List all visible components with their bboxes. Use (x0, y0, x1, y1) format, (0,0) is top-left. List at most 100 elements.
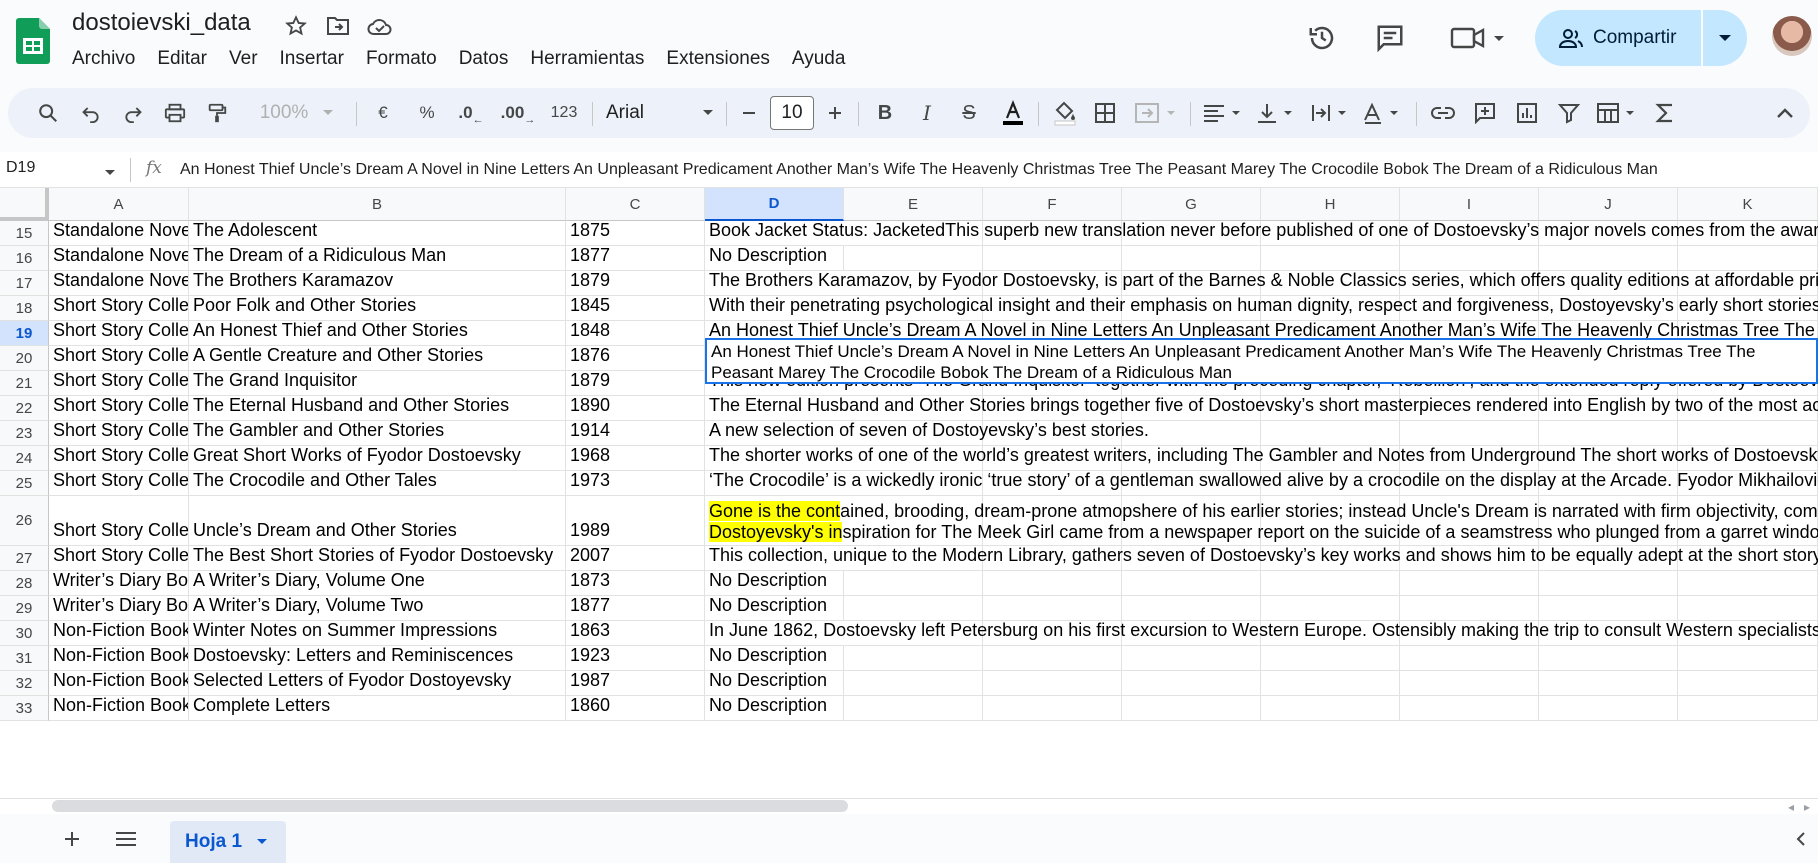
cell-a[interactable]: Short Story Collections (49, 296, 189, 321)
cell-a[interactable]: Standalone Novels (49, 271, 189, 296)
empty-cell[interactable] (844, 646, 983, 671)
row-header[interactable]: 32 (0, 671, 49, 696)
empty-cell[interactable] (1539, 596, 1678, 621)
empty-cell[interactable] (844, 671, 983, 696)
zoom-select[interactable]: 100% (252, 88, 342, 138)
empty-cell[interactable] (983, 646, 1122, 671)
cell-b[interactable]: The Grand Inquisitor (189, 371, 566, 396)
row-header[interactable]: 33 (0, 696, 49, 721)
column-header-d[interactable]: D (705, 188, 844, 221)
chevron-down-icon[interactable] (104, 164, 116, 182)
search-icon[interactable] (32, 88, 64, 138)
user-avatar[interactable] (1772, 16, 1812, 56)
empty-cell[interactable] (1678, 596, 1818, 621)
cell-d[interactable]: ‘The Crocodile’ is a wickedly ironic ‘tr… (705, 470, 1818, 496)
cell-c[interactable]: 1973 (566, 471, 705, 496)
cell-a[interactable]: Short Story Collections (49, 371, 189, 396)
empty-cell[interactable] (1122, 596, 1261, 621)
cell-d[interactable]: With their penetrating psychological ins… (705, 295, 1818, 321)
row-header[interactable]: 21 (0, 371, 49, 396)
empty-cell[interactable] (1539, 246, 1678, 271)
empty-cell[interactable] (1261, 646, 1400, 671)
decrease-decimal-button[interactable]: .0 ← (454, 88, 488, 138)
empty-cell[interactable] (1261, 596, 1400, 621)
cell-d[interactable]: No Description (705, 571, 844, 596)
row-header[interactable]: 19 (0, 321, 49, 346)
row-header[interactable]: 27 (0, 546, 49, 571)
empty-cell[interactable] (1678, 646, 1818, 671)
cell-b[interactable]: Great Short Works of Fyodor Dostoevsky (189, 446, 566, 471)
cell-d[interactable]: Gone is the contained, brooding, dream-p… (705, 496, 1818, 546)
horizontal-align-icon[interactable] (1200, 88, 1250, 138)
cell-b[interactable]: A Gentle Creature and Other Stories (189, 346, 566, 371)
star-icon[interactable] (282, 12, 310, 40)
cell-a[interactable]: Standalone Novels (49, 221, 189, 246)
all-sheets-menu-icon[interactable] (110, 823, 142, 855)
filter-icon[interactable] (1552, 88, 1586, 138)
cell-b[interactable]: An Honest Thief and Other Stories (189, 321, 566, 346)
add-sheet-icon[interactable] (56, 823, 88, 855)
cell-b[interactable]: The Crocodile and Other Tales (189, 471, 566, 496)
column-header-g[interactable]: G (1122, 188, 1261, 221)
cell-c[interactable]: 1845 (566, 296, 705, 321)
row-header[interactable]: 24 (0, 446, 49, 471)
row-header[interactable]: 17 (0, 271, 49, 296)
cell-d[interactable]: No Description (705, 596, 844, 621)
strikethrough-icon[interactable]: S (954, 88, 984, 138)
cell-a[interactable]: Short Story Collections (49, 321, 189, 346)
select-all-corner[interactable] (0, 188, 49, 221)
active-cell-editor[interactable]: An Honest Thief Uncle’s Dream A Novel in… (705, 338, 1818, 384)
sheet-tab-hoja-1[interactable]: Hoja 1 (170, 821, 286, 863)
empty-cell[interactable] (983, 246, 1122, 271)
column-header-k[interactable]: K (1678, 188, 1818, 221)
cell-a[interactable]: Standalone Novels (49, 246, 189, 271)
menu-extensiones[interactable]: Extensiones (666, 46, 781, 72)
cell-d[interactable]: Book Jacket Status: JacketedThis superb … (705, 220, 1818, 246)
empty-cell[interactable] (1261, 246, 1400, 271)
empty-cell[interactable] (983, 571, 1122, 596)
cell-b[interactable]: A Writer’s Diary, Volume One (189, 571, 566, 596)
cell-b[interactable]: The Brothers Karamazov (189, 271, 566, 296)
row-header[interactable]: 18 (0, 296, 49, 321)
cell-a[interactable]: Short Story Collections (49, 471, 189, 496)
empty-cell[interactable] (1122, 571, 1261, 596)
cell-a[interactable]: Short Story Collections (49, 546, 189, 571)
cell-b[interactable]: Uncle’s Dream and Other Stories (189, 496, 566, 546)
row-header[interactable]: 16 (0, 246, 49, 271)
empty-cell[interactable] (1539, 646, 1678, 671)
empty-cell[interactable] (1678, 696, 1818, 721)
version-history-icon[interactable] (1304, 20, 1340, 56)
name-box[interactable]: D19 (6, 159, 35, 177)
font-family-select[interactable]: Arial (606, 88, 718, 138)
print-icon[interactable] (160, 88, 190, 138)
empty-cell[interactable] (1400, 646, 1539, 671)
menu-ayuda[interactable]: Ayuda (792, 46, 857, 72)
empty-cell[interactable] (1261, 671, 1400, 696)
menu-archivo[interactable]: Archivo (72, 46, 146, 72)
cell-c[interactable]: 1863 (566, 621, 705, 646)
empty-cell[interactable] (844, 571, 983, 596)
cell-a[interactable]: Non-Fiction Books (49, 621, 189, 646)
cell-b[interactable]: A Writer’s Diary, Volume Two (189, 596, 566, 621)
cell-c[interactable]: 1860 (566, 696, 705, 721)
cell-b[interactable]: Poor Folk and Other Stories (189, 296, 566, 321)
column-header-i[interactable]: I (1400, 188, 1539, 221)
empty-cell[interactable] (1400, 696, 1539, 721)
column-header-b[interactable]: B (189, 188, 566, 221)
sheets-logo-icon[interactable] (16, 18, 50, 64)
cell-a[interactable]: Non-Fiction Books (49, 671, 189, 696)
row-header[interactable]: 25 (0, 471, 49, 496)
row-header[interactable]: 28 (0, 571, 49, 596)
bold-icon[interactable]: B (870, 88, 900, 138)
insert-link-icon[interactable] (1426, 88, 1460, 138)
cell-c[interactable]: 1873 (566, 571, 705, 596)
column-header-f[interactable]: F (983, 188, 1122, 221)
menu-formato[interactable]: Formato (366, 46, 448, 72)
formula-input[interactable]: An Honest Thief Uncle’s Dream A Novel in… (180, 161, 1658, 179)
increase-decimal-button[interactable]: .00 → (498, 88, 538, 138)
cell-c[interactable]: 1877 (566, 596, 705, 621)
cell-c[interactable]: 1879 (566, 271, 705, 296)
cell-d[interactable]: The shorter works of one of the world’s … (705, 445, 1818, 471)
cell-d[interactable]: This collection, unique to the Modern Li… (705, 545, 1818, 571)
cell-b[interactable]: Selected Letters of Fyodor Dostoyevsky (189, 671, 566, 696)
